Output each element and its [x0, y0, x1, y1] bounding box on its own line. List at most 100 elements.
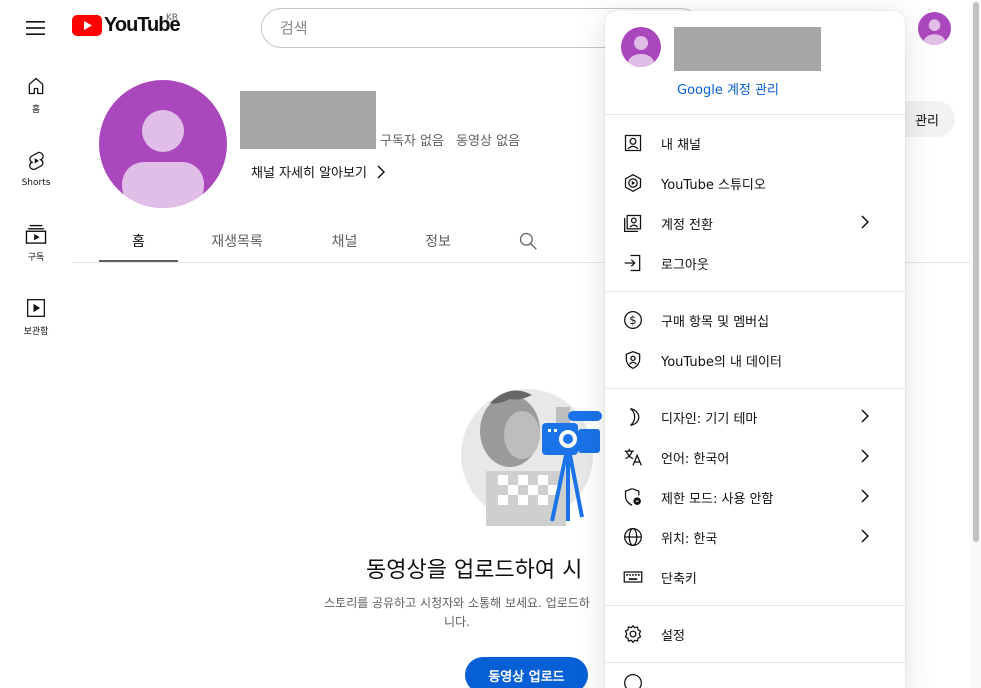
account-menu-section: 설정	[605, 606, 905, 663]
account-avatar-button[interactable]	[918, 12, 951, 45]
gear-icon	[621, 622, 645, 646]
tab-channels-label: 채널	[331, 234, 358, 250]
scrollbar-thumb[interactable]	[973, 2, 979, 542]
menu-item-help-partial[interactable]	[605, 663, 905, 688]
channel-tabs: 홈 재생목록 채널 정보	[99, 221, 573, 263]
tab-home-label: 홈	[132, 234, 145, 250]
account-name-redacted	[674, 27, 821, 71]
empty-state-subtitle-line1: 스토리를 공유하고 시청자와 소통해 보세요. 업로드하	[324, 596, 590, 610]
switch-account-icon	[621, 211, 645, 235]
menu-item-label: YouTube의 내 데이터	[661, 354, 782, 370]
menu-item-label: 로그아웃	[661, 257, 709, 273]
help-icon	[621, 671, 645, 688]
account-menu-section: 디자인: 기기 테마 언어: 한국어 제한 모드: 사용 안함 위치: 한국 단…	[605, 389, 905, 606]
guide-label-home: 홈	[31, 105, 41, 115]
svg-text:$: $	[629, 313, 636, 327]
channel-more-label: 채널 자세히 알아보기	[251, 166, 367, 181]
guide-item-subscriptions[interactable]: 구독	[0, 204, 72, 278]
chevron-right-icon	[861, 529, 869, 543]
menu-item-label: 위치: 한국	[661, 531, 718, 547]
youtube-logo[interactable]: YouTube	[72, 14, 181, 37]
account-box-icon	[621, 131, 645, 155]
channel-name-redacted	[240, 91, 376, 149]
video-count: 동영상 없음	[456, 134, 521, 149]
chevron-right-icon	[861, 489, 869, 503]
guide-item-library[interactable]: 보관함	[0, 278, 72, 352]
empty-state-subtitle: 스토리를 공유하고 시청자와 소통해 보세요. 업로드하 니다.	[287, 594, 627, 632]
avatar-icon	[621, 27, 661, 67]
restricted-shield-icon	[621, 485, 645, 509]
upload-video-button[interactable]: 동영상 업로드	[465, 657, 588, 688]
chevron-right-icon	[861, 215, 869, 229]
keyboard-icon	[621, 565, 645, 589]
menu-item-label: YouTube 스튜디오	[661, 177, 766, 193]
search-input[interactable]	[280, 19, 580, 37]
dollar-icon: $	[621, 308, 645, 332]
menu-item-restricted-mode[interactable]: 제한 모드: 사용 안함	[605, 477, 905, 517]
account-menu: Google 계정 관리 내 채널 YouTube 스튜디오 계정 전환 로그아…	[605, 11, 905, 688]
tab-about[interactable]: 정보	[393, 221, 483, 263]
menu-item-keyboard-shortcuts[interactable]: 단축키	[605, 557, 905, 597]
menu-item-label: 계정 전환	[661, 217, 713, 233]
menu-item-label: 구매 항목 및 멤버십	[661, 314, 770, 330]
tab-about-label: 정보	[425, 234, 451, 250]
guide-menu-button[interactable]	[18, 10, 54, 46]
home-icon	[28, 77, 44, 95]
youtube-play-icon	[72, 15, 102, 36]
subscriptions-icon	[25, 224, 47, 244]
menu-item-your-data[interactable]: YouTube의 내 데이터	[605, 340, 905, 380]
translate-icon	[621, 445, 645, 469]
manage-google-account-link[interactable]: Google 계정 관리	[677, 79, 779, 98]
empty-state-subtitle-line2: 니다.	[444, 615, 470, 629]
account-menu-section: 내 채널 YouTube 스튜디오 계정 전환 로그아웃	[605, 115, 905, 292]
globe-icon	[621, 525, 645, 549]
hamburger-icon	[26, 21, 45, 35]
guide-label-subscriptions: 구독	[27, 253, 45, 263]
upload-video-label: 동영상 업로드	[488, 669, 565, 685]
channel-avatar	[99, 80, 227, 208]
menu-item-label: 제한 모드: 사용 안함	[661, 491, 774, 507]
guide-label-library: 보관함	[23, 327, 49, 337]
page-scrollbar[interactable]	[971, 0, 981, 688]
sign-out-icon	[621, 251, 645, 275]
menu-item-settings[interactable]: 설정	[605, 614, 905, 654]
menu-item-label: 내 채널	[661, 137, 702, 153]
menu-item-language[interactable]: 언어: 한국어	[605, 437, 905, 477]
tab-channels[interactable]: 채널	[296, 221, 393, 263]
tab-playlists[interactable]: 재생목록	[178, 221, 296, 263]
upload-illustration	[461, 389, 602, 526]
library-icon	[27, 299, 45, 317]
subscriber-count: 구독자 없음	[380, 134, 444, 149]
menu-item-sign-out[interactable]: 로그아웃	[605, 243, 905, 283]
menu-item-my-channel[interactable]: 내 채널	[605, 123, 905, 163]
channel-meta: 구독자 없음 동영상 없음	[380, 130, 520, 149]
account-menu-header: Google 계정 관리	[605, 11, 905, 115]
shield-person-icon	[621, 348, 645, 372]
shorts-icon	[29, 151, 44, 171]
country-code: KR	[166, 13, 179, 23]
search-icon	[519, 232, 537, 250]
moon-icon	[621, 405, 645, 429]
avatar-icon	[918, 12, 951, 45]
account-menu-section: $ 구매 항목 및 멤버십 YouTube의 내 데이터	[605, 292, 905, 389]
menu-item-studio[interactable]: YouTube 스튜디오	[605, 163, 905, 203]
manage-label: 관리	[915, 113, 939, 129]
default-avatar-icon	[99, 80, 227, 208]
guide-label-shorts: Shorts	[21, 178, 51, 188]
guide-item-home[interactable]: 홈	[0, 56, 72, 130]
menu-item-switch-account[interactable]: 계정 전환	[605, 203, 905, 243]
mini-guide: 홈 Shorts 구독 보관함	[0, 56, 72, 352]
tab-search[interactable]	[483, 221, 573, 263]
account-menu-avatar	[621, 27, 661, 67]
menu-item-label: 설정	[661, 628, 685, 644]
menu-item-label: 디자인: 기기 테마	[661, 411, 758, 427]
chevron-right-icon	[861, 449, 869, 463]
menu-item-location[interactable]: 위치: 한국	[605, 517, 905, 557]
channel-more-link[interactable]: 채널 자세히 알아보기	[251, 162, 385, 181]
studio-icon	[621, 171, 645, 195]
menu-item-appearance[interactable]: 디자인: 기기 테마	[605, 397, 905, 437]
guide-item-shorts[interactable]: Shorts	[0, 130, 72, 204]
menu-item-purchases[interactable]: $ 구매 항목 및 멤버십	[605, 300, 905, 340]
tab-home[interactable]: 홈	[99, 221, 178, 263]
menu-item-label: 언어: 한국어	[661, 451, 730, 467]
